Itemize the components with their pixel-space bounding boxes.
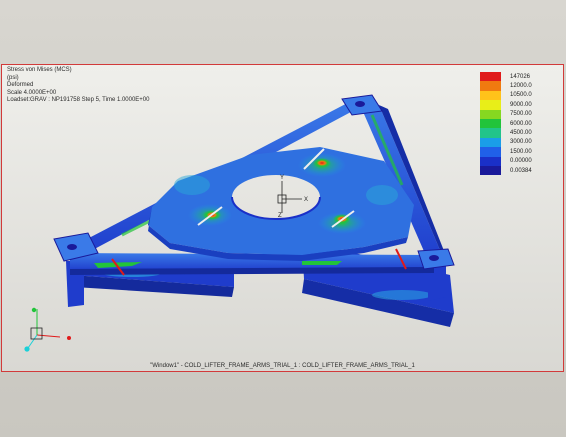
legend-entry: 4500.00 <box>480 128 532 138</box>
legend-swatch <box>480 165 501 176</box>
legend-entry: 0.00384 <box>480 165 532 176</box>
model-axis-z-label: Z <box>278 213 282 219</box>
view-x-axis-marker <box>67 336 71 340</box>
legend-entry: 0.00000 <box>480 156 532 166</box>
legend-entry: 12000.0 <box>480 81 532 91</box>
legend-label: 9000.00 <box>510 101 532 108</box>
legend-label: 10500.0 <box>510 92 532 99</box>
legend-label: 7500.00 <box>510 111 532 118</box>
model-axis-y-label: Y <box>280 175 284 181</box>
legend-label: 3000.00 <box>510 139 532 146</box>
results-viewport[interactable]: Stress von Mises (MCS) (psi) Deformed Sc… <box>1 64 564 372</box>
window-caption: "Window1" - COLD_LIFTER_FRAME_ARMS_TRIAL… <box>150 363 415 369</box>
legend-label: 147026 <box>510 73 531 80</box>
legend-label: 0.00384 <box>510 167 532 174</box>
model-axis-triad <box>277 181 302 213</box>
legend-swatch <box>480 137 501 148</box>
fringe-legend: 147026 12000.0 10500.0 9000.00 7500.00 6000.0… <box>480 72 532 176</box>
model-axis-x-label: X <box>304 197 308 203</box>
legend-swatch <box>480 72 501 82</box>
legend-swatch <box>480 156 501 166</box>
view-z-axis-marker <box>24 346 30 352</box>
legend-swatch <box>480 147 501 157</box>
legend-label: 4500.00 <box>510 130 532 137</box>
legend-entry: 9000.00 <box>480 100 532 110</box>
legend-entry: 10500.0 <box>480 90 532 101</box>
view-y-axis-marker <box>31 307 37 313</box>
legend-entry: 6000.00 <box>480 118 532 129</box>
legend-label: 0.00000 <box>510 158 532 165</box>
legend-entry: 1500.00 <box>480 147 532 157</box>
legend-entry: 3000.00 <box>480 137 532 148</box>
legend-swatch <box>480 118 501 129</box>
legend-swatch <box>480 81 501 91</box>
legend-label: 1500.00 <box>510 148 532 155</box>
legend-swatch <box>480 128 501 138</box>
legend-entry: 7500.00 <box>480 109 532 119</box>
legend-swatch <box>480 90 501 101</box>
legend-entry: 147026 <box>480 72 532 82</box>
legend-label: 12000.0 <box>510 83 532 90</box>
legend-swatch <box>480 109 501 119</box>
view-orientation-triad[interactable] <box>24 307 71 352</box>
legend-swatch <box>480 100 501 110</box>
legend-label: 6000.00 <box>510 120 532 127</box>
center-plate <box>148 147 414 261</box>
fringe-plot-model[interactable]: Y X Z <box>2 65 563 371</box>
